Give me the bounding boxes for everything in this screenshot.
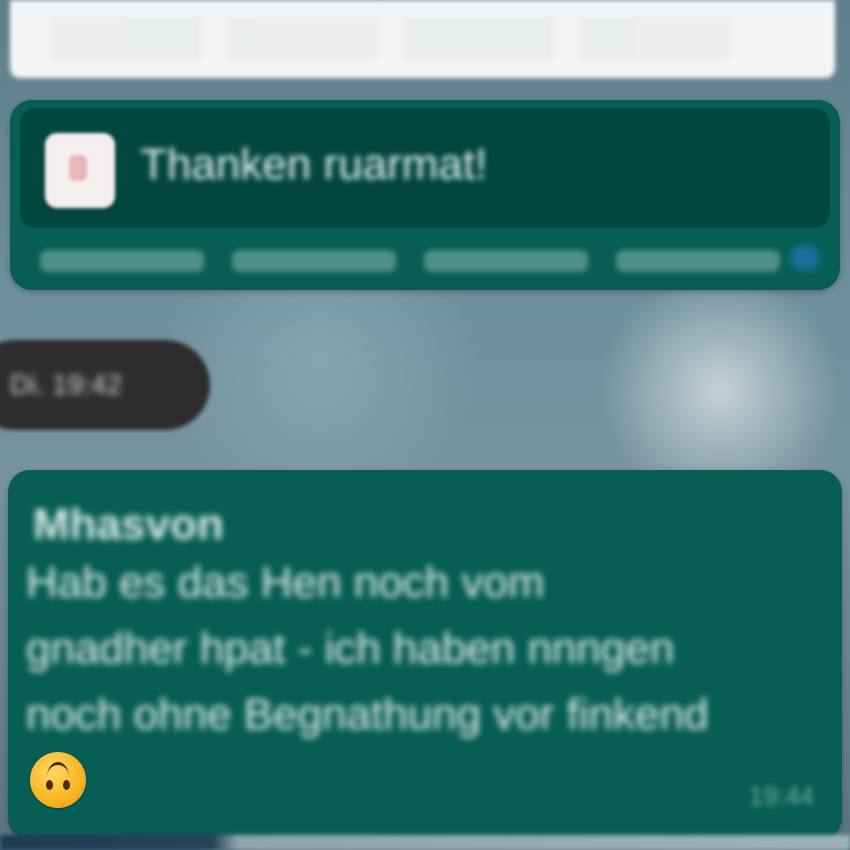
message-line: noch ohne Begnathung vor finkend — [26, 690, 709, 739]
emoji-eye — [46, 780, 53, 790]
date-pill-label: Di. 19:42 — [10, 369, 123, 400]
emoji-mouth — [47, 762, 69, 777]
top-bar-content — [50, 16, 730, 60]
meta-text-block — [232, 250, 396, 272]
meta-text-block — [424, 250, 588, 272]
sticker-thumbnail — [45, 133, 115, 208]
message-bubble[interactable]: Mhasvon Hab es das Hen noch vom gnadher … — [8, 470, 842, 840]
upside-down-face-emoji-icon — [30, 752, 86, 808]
top-bar-text-block — [578, 16, 730, 60]
read-receipt-icon — [790, 245, 820, 271]
top-bar-text-block — [50, 16, 202, 60]
message-text: Hab es das Hen noch vom gnadher hpat - i… — [26, 550, 826, 748]
input-bar-edge — [0, 835, 850, 850]
reply-message-bubble[interactable]: Thanken ruarmat! — [10, 100, 840, 290]
date-pill: Di. 19:42 — [0, 340, 210, 430]
quoted-message[interactable]: Thanken ruarmat! — [20, 108, 830, 228]
sender-name[interactable]: Mhasvon — [33, 500, 224, 550]
meta-text-block — [616, 250, 780, 272]
reply-message-meta — [40, 250, 780, 272]
message-line: Hab es das Hen noch vom — [26, 558, 545, 607]
chat-screen: Thanken ruarmat! Di. 19:42 Mhasvon Hab e… — [0, 0, 850, 850]
top-bar-text-block — [226, 16, 378, 60]
top-bar-text-block — [402, 16, 554, 60]
emoji-eye — [63, 780, 70, 790]
top-message-bar[interactable] — [10, 0, 835, 78]
quoted-message-text: Thanken ruarmat! — [140, 140, 488, 189]
message-timestamp: 19:44 — [748, 781, 814, 811]
meta-text-block — [40, 250, 204, 272]
message-line: gnadher hpat - ich haben nnngen — [26, 624, 675, 673]
